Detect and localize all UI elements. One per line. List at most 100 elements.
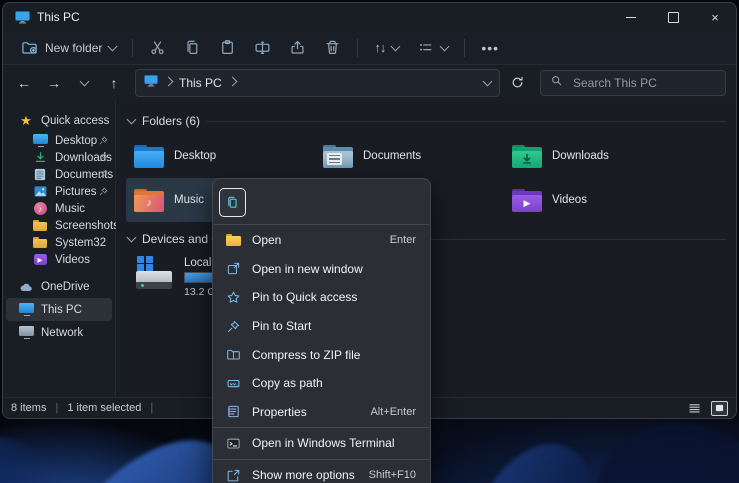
sidebar-item-label: Network (41, 327, 83, 339)
folder-tile-downloads[interactable]: Downloads (504, 134, 693, 178)
rename-button[interactable] (246, 34, 279, 61)
folders-section-header[interactable]: Folders (6) (128, 112, 726, 130)
selection-count: 1 item selected (67, 402, 141, 414)
share-button[interactable] (281, 34, 314, 61)
search-box[interactable] (540, 70, 726, 96)
folder-tile-desktop[interactable]: Desktop (126, 134, 315, 178)
sidebar-item-onedrive[interactable]: OneDrive (3, 275, 115, 298)
view-layout-icon (417, 39, 434, 56)
section-rule (207, 121, 726, 122)
videos-folder-icon: ▶ (512, 188, 542, 213)
cut-button[interactable] (141, 34, 174, 61)
item-count: 8 items (11, 402, 46, 414)
new-folder-button[interactable]: New folder (13, 34, 124, 61)
monitor-icon (33, 134, 47, 148)
titlebar[interactable]: This PC × (3, 3, 736, 31)
minimize-button[interactable] (610, 3, 652, 31)
menu-item-properties[interactable]: Properties Alt+Enter (213, 398, 430, 427)
chevron-down-icon (440, 41, 450, 51)
shortcut-label: Enter (390, 234, 416, 246)
breadcrumb-this-pc[interactable]: This PC (179, 76, 222, 90)
sidebar-item-label: Pictures (55, 186, 97, 198)
shortcut-label: Alt+Enter (370, 406, 416, 418)
command-bar: New folder ↑↓ (3, 31, 736, 65)
back-button[interactable]: ← (11, 70, 37, 96)
minimize-icon (626, 17, 636, 18)
tile-label: Downloads (552, 150, 609, 162)
toolbar-divider (357, 39, 358, 57)
status-divider: | (55, 402, 58, 414)
new-folder-label: New folder (45, 41, 102, 55)
music-icon: ♪ (33, 202, 47, 216)
folder-tile-documents[interactable]: Documents (315, 134, 504, 178)
sidebar-item-label: Music (55, 203, 85, 215)
copy-icon (225, 195, 240, 210)
sidebar-item-label: Videos (55, 254, 90, 266)
sidebar-item-screenshots[interactable]: Screenshots (3, 217, 115, 234)
trash-icon (324, 39, 341, 56)
menu-item-pin-to-start[interactable]: Pin to Start (213, 312, 430, 341)
properties-icon (225, 404, 241, 420)
sidebar-item-label: Screenshots (55, 220, 119, 232)
paste-button[interactable] (211, 34, 244, 61)
address-bar[interactable]: This PC (135, 69, 500, 97)
recent-locations-button[interactable] (71, 70, 97, 96)
details-view-icon (688, 403, 701, 414)
sidebar-item-label: Desktop (55, 135, 97, 147)
wallpaper-petal (439, 426, 620, 483)
zip-folder-icon (225, 347, 241, 363)
sidebar-item-label: System32 (55, 237, 106, 249)
copy-icon (184, 39, 201, 56)
menu-item-open[interactable]: Open Enter (213, 226, 430, 255)
pin-icon (225, 318, 241, 334)
details-view-button[interactable] (687, 402, 702, 415)
chevron-down-icon (391, 41, 401, 51)
pin-icon (98, 186, 109, 197)
delete-button[interactable] (316, 34, 349, 61)
menu-item-open-in-windows-terminal[interactable]: Open in Windows Terminal (213, 429, 430, 458)
menu-item-open-in-new-window[interactable]: Open in new window (213, 255, 430, 284)
sort-button[interactable]: ↑↓ (366, 35, 407, 60)
folder-tile-videos[interactable]: ▶ Videos (504, 178, 693, 222)
address-dropdown-icon[interactable] (483, 76, 493, 86)
refresh-button[interactable] (504, 70, 530, 96)
sidebar-item-this-pc[interactable]: This PC (6, 298, 112, 321)
menu-item-pin-to-quick-access[interactable]: Pin to Quick access (213, 283, 430, 312)
see-more-button[interactable]: ••• (473, 40, 507, 56)
menu-separator (214, 459, 429, 460)
status-divider: | (150, 402, 153, 414)
quick-copy-button[interactable] (219, 188, 246, 217)
search-input[interactable] (571, 75, 716, 91)
sidebar-item-pictures[interactable]: Pictures (3, 183, 115, 200)
close-button[interactable]: × (694, 3, 736, 31)
windows-logo-icon (137, 256, 153, 271)
thumbnail-view-icon (715, 404, 724, 412)
chevron-down-icon (79, 76, 89, 86)
sidebar-item-downloads[interactable]: Downloads (3, 149, 115, 166)
sidebar-item-network[interactable]: Network (3, 321, 115, 344)
sidebar-item-quick-access[interactable]: ★ Quick access (3, 109, 115, 132)
menu-item-compress-to-zip[interactable]: Compress to ZIP file (213, 340, 430, 369)
sidebar-item-desktop[interactable]: Desktop (3, 132, 115, 149)
sidebar-item-documents[interactable]: Documents (3, 166, 115, 183)
maximize-button[interactable] (652, 3, 694, 31)
menu-item-copy-as-path[interactable]: Copy as path (213, 369, 430, 398)
tile-label: Music (174, 194, 204, 206)
sort-icon: ↑↓ (374, 40, 385, 55)
sidebar-item-music[interactable]: ♪ Music (3, 200, 115, 217)
copy-button[interactable] (176, 34, 209, 61)
documents-folder-icon (323, 144, 353, 169)
sidebar-item-system32[interactable]: System32 (3, 234, 115, 251)
cut-icon (149, 39, 166, 56)
forward-button[interactable]: → (41, 70, 67, 96)
up-button[interactable]: ↑ (101, 70, 127, 96)
menu-item-show-more-options[interactable]: Show more options Shift+F10 (213, 461, 430, 483)
context-menu: Open Enter Open in new window Pin to Qui… (212, 178, 431, 483)
view-button[interactable] (409, 34, 456, 61)
terminal-icon (225, 435, 241, 451)
rename-icon (254, 39, 271, 56)
thumbnail-view-button[interactable] (711, 401, 728, 416)
toolbar-divider (464, 39, 465, 57)
sidebar-item-label: Quick access (41, 115, 109, 127)
sidebar-item-videos[interactable]: ▶ Videos (3, 251, 115, 268)
